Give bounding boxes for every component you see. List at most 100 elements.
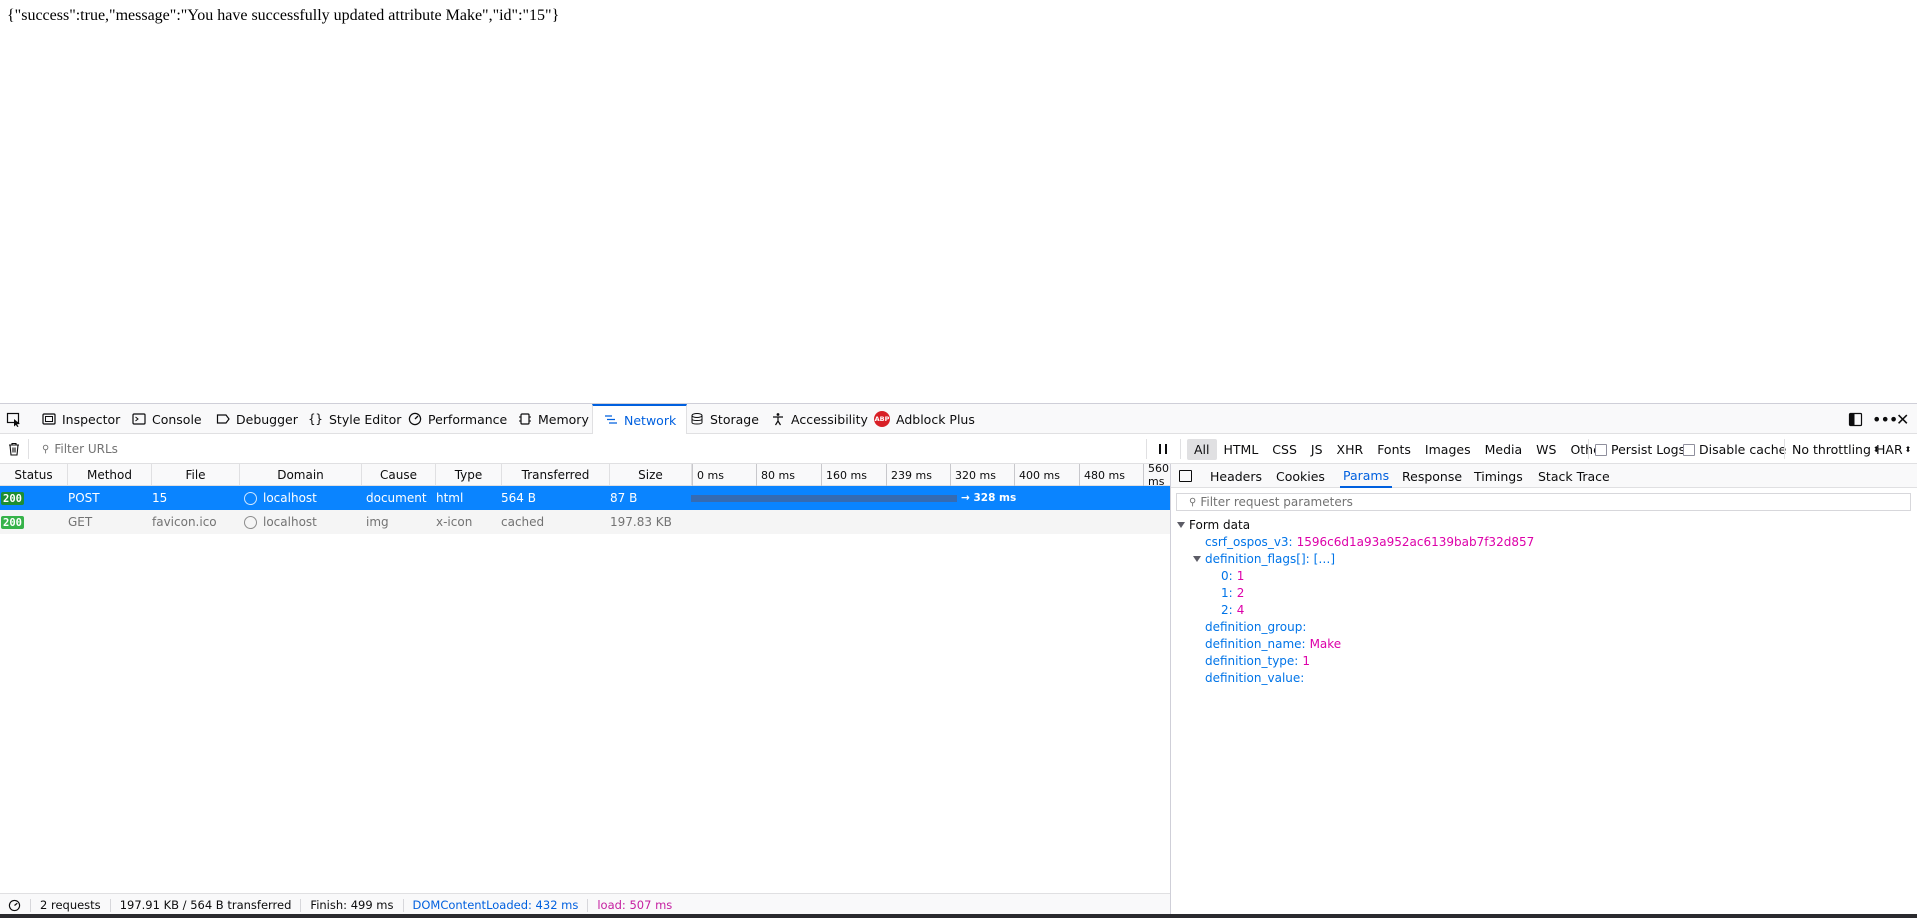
throttling-select[interactable]: No throttling ⬍: [1792, 442, 1880, 457]
param-row[interactable]: definition_name: Make: [1205, 635, 1341, 653]
toggle-sidebar-icon[interactable]: [1179, 470, 1192, 482]
tab-params[interactable]: Params: [1340, 464, 1393, 488]
param-row[interactable]: 2: 4: [1221, 601, 1244, 619]
param-row[interactable]: 0: 1: [1221, 567, 1244, 585]
taskbar-edge: [0, 914, 1917, 918]
filter-ws-button[interactable]: WS: [1529, 439, 1563, 460]
waterfall-tick-label: 80 ms: [756, 464, 795, 486]
param-value: 2: [1236, 586, 1245, 600]
request-count: 2 requests: [31, 898, 111, 912]
expand-arrow-icon: [1193, 556, 1201, 562]
param-row[interactable]: csrf_ospos_v3: 1596c6d1a93a952ac6139bab7…: [1205, 533, 1534, 551]
performance-analysis-icon[interactable]: [0, 898, 31, 912]
expand-arrow-icon: [1177, 522, 1185, 528]
tab-label: Adblock Plus: [896, 411, 975, 427]
column-header-type[interactable]: Type: [436, 464, 502, 486]
column-header-method[interactable]: Method: [68, 464, 152, 486]
element-picker-icon[interactable]: [6, 411, 22, 427]
request-type-filters: All HTML CSS JS XHR Fonts Images Media W…: [1187, 438, 1613, 460]
pause-icon[interactable]: [1158, 443, 1168, 455]
devtools-toolbox: Inspector Console Debugger {} Style Edit…: [0, 404, 1917, 434]
performance-icon: [407, 412, 422, 427]
persist-logs-checkbox[interactable]: Persist Logs: [1595, 442, 1685, 457]
style-editor-icon: {}: [308, 412, 323, 426]
param-value: 4: [1236, 603, 1245, 617]
tab-adblock-plus[interactable]: ABP Adblock Plus: [874, 404, 975, 434]
tab-style-editor[interactable]: {} Style Editor: [308, 404, 401, 434]
more-options-icon[interactable]: •••: [1872, 410, 1898, 429]
tab-label: Accessibility: [791, 411, 868, 427]
tab-cookies[interactable]: Cookies: [1276, 464, 1325, 488]
waterfall-tick-label: 239 ms: [886, 464, 932, 486]
tab-accessibility[interactable]: Accessibility: [770, 404, 868, 434]
debugger-icon: [215, 412, 230, 427]
har-menu-button[interactable]: HAR ⬍: [1876, 442, 1911, 457]
clear-requests-icon[interactable]: [7, 442, 21, 456]
status-badge: 200: [1, 492, 24, 505]
dom-content-loaded-time: DOMContentLoaded: 432 ms: [404, 898, 589, 912]
param-row[interactable]: definition_value:: [1205, 669, 1308, 687]
section-title: Form data: [1189, 518, 1251, 532]
column-header-cause[interactable]: Cause: [362, 464, 436, 486]
column-header-file[interactable]: File: [152, 464, 240, 486]
param-key: csrf_ospos_v3:: [1205, 535, 1293, 549]
file-cell: 15: [152, 491, 168, 505]
tab-label: Style Editor: [329, 411, 402, 427]
tab-console[interactable]: Console: [131, 404, 202, 434]
method-cell: GET: [68, 515, 93, 529]
domain-cell: localhost: [244, 510, 317, 534]
param-key: 2:: [1221, 603, 1233, 617]
param-row[interactable]: definition_type: 1: [1205, 652, 1310, 670]
tab-headers[interactable]: Headers: [1210, 464, 1262, 488]
close-icon[interactable]: ✕: [1896, 410, 1909, 429]
waterfall-tick-label: 400 ms: [1014, 464, 1060, 486]
waterfall-tick-label: 480 ms: [1079, 464, 1125, 486]
transferred-summary: 197.91 KB / 564 B transferred: [111, 898, 302, 912]
tab-label: Inspector: [62, 411, 121, 427]
filter-js-button[interactable]: JS: [1304, 439, 1330, 460]
column-header-transferred[interactable]: Transferred: [502, 464, 610, 486]
waterfall-timing: → 328 ms: [961, 492, 1017, 504]
filter-css-button[interactable]: CSS: [1265, 439, 1304, 460]
filter-all-button[interactable]: All: [1187, 438, 1217, 460]
tab-inspector[interactable]: Inspector: [41, 404, 120, 434]
filter-media-button[interactable]: Media: [1478, 439, 1530, 460]
tab-network[interactable]: Network: [592, 404, 688, 434]
storage-icon: [689, 412, 704, 427]
filter-urls-input[interactable]: ⚲ Filter URLs: [30, 439, 1140, 459]
tab-response[interactable]: Response: [1402, 464, 1462, 488]
tab-storage[interactable]: Storage: [689, 404, 759, 434]
param-value: […]: [1313, 552, 1336, 566]
details-tabs: Headers Cookies Params Response Timings …: [1171, 464, 1917, 488]
filter-params-input[interactable]: ⚲ Filter request parameters: [1176, 493, 1911, 511]
column-header-domain[interactable]: Domain: [240, 464, 362, 486]
size-cell: 87 B: [610, 491, 638, 505]
column-header-status[interactable]: Status: [0, 464, 68, 486]
dock-side-icon[interactable]: [1848, 410, 1863, 428]
table-row[interactable]: 200 GET favicon.ico localhost img x-icon…: [0, 510, 1170, 534]
tab-debugger[interactable]: Debugger: [215, 404, 298, 434]
form-data-section[interactable]: Form data: [1177, 516, 1250, 534]
transferred-cell: cached: [501, 515, 545, 529]
request-details-panel: Headers Cookies Params Response Timings …: [1170, 464, 1917, 916]
table-row[interactable]: 200 POST 15 localhost document html 564 …: [0, 486, 1170, 510]
param-value: 1: [1236, 569, 1245, 583]
waterfall-tick-label: 160 ms: [821, 464, 867, 486]
tab-timings[interactable]: Timings: [1474, 464, 1523, 488]
param-row[interactable]: definition_group:: [1205, 618, 1310, 636]
tab-label: Memory: [538, 411, 589, 427]
param-row[interactable]: definition_flags[]: […]: [1193, 550, 1335, 568]
param-row[interactable]: 1: 2: [1221, 584, 1244, 602]
tab-memory[interactable]: Memory: [517, 404, 589, 434]
tab-performance[interactable]: Performance: [407, 404, 507, 434]
file-cell: favicon.ico: [152, 515, 217, 529]
type-cell: html: [436, 491, 464, 505]
filter-html-button[interactable]: HTML: [1217, 439, 1266, 460]
tab-stack-trace[interactable]: Stack Trace: [1538, 464, 1610, 488]
filter-fonts-button[interactable]: Fonts: [1370, 439, 1418, 460]
filter-xhr-button[interactable]: XHR: [1330, 439, 1371, 460]
transferred-cell: 564 B: [501, 491, 536, 505]
column-header-size[interactable]: Size: [610, 464, 692, 486]
disable-cache-checkbox[interactable]: Disable cache: [1683, 442, 1786, 457]
filter-images-button[interactable]: Images: [1418, 439, 1478, 460]
